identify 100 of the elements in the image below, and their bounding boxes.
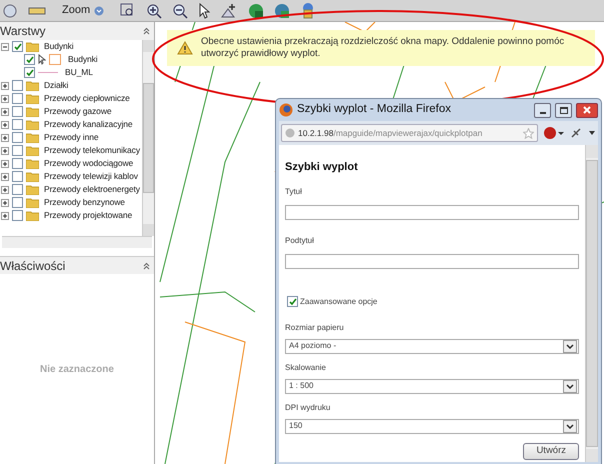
expand-toggle[interactable] bbox=[1, 94, 9, 102]
create-button[interactable]: Utwórz bbox=[523, 442, 579, 460]
text-field[interactable] bbox=[285, 204, 579, 220]
dropdown-button[interactable] bbox=[563, 420, 577, 432]
minimize-button[interactable] bbox=[534, 102, 551, 118]
plus-icon bbox=[2, 160, 8, 166]
text-field[interactable] bbox=[285, 254, 579, 268]
layer-label[interactable]: Przewody benzynowe bbox=[44, 196, 125, 209]
checkbox[interactable] bbox=[12, 41, 23, 52]
checkbox[interactable] bbox=[287, 296, 298, 307]
folder-icon bbox=[26, 210, 39, 220]
window-title: Szybki wyplot - Mozilla Firefox bbox=[297, 102, 452, 118]
form-heading: Szybki wyplot bbox=[285, 160, 359, 175]
expand-toggle[interactable] bbox=[1, 186, 9, 194]
field-label: Rozmiar papieru bbox=[285, 322, 345, 334]
close-button[interactable] bbox=[576, 102, 598, 118]
checkbox[interactable] bbox=[12, 119, 23, 130]
folder-icon bbox=[26, 198, 39, 208]
expand-toggle[interactable] bbox=[1, 172, 9, 180]
checkbox[interactable] bbox=[12, 80, 23, 91]
layer-label[interactable]: Budynki bbox=[68, 53, 98, 66]
select-value: A4 poziomo - bbox=[289, 340, 336, 352]
zoom-out-icon[interactable] bbox=[172, 2, 188, 18]
expand-toggle[interactable] bbox=[1, 82, 9, 90]
maximize-button[interactable] bbox=[555, 102, 572, 118]
layer-label[interactable]: Przewody elektroenergety bbox=[44, 183, 140, 196]
folder-icon bbox=[26, 94, 39, 104]
polygon-style-icon bbox=[49, 54, 61, 65]
plus-icon bbox=[2, 200, 8, 206]
chevron-down-icon bbox=[566, 344, 574, 348]
plus-icon bbox=[2, 134, 8, 140]
pointer-icon[interactable] bbox=[198, 2, 210, 18]
expand-toggle[interactable] bbox=[1, 120, 9, 128]
folder-icon bbox=[26, 172, 39, 182]
expand-toggle[interactable] bbox=[1, 198, 9, 206]
folder-icon bbox=[26, 158, 39, 168]
collapse-icon[interactable] bbox=[143, 262, 150, 270]
folder-icon bbox=[26, 120, 39, 130]
layer-label[interactable]: BU_ML bbox=[65, 66, 93, 79]
checkbox[interactable] bbox=[12, 171, 23, 182]
plus-icon bbox=[2, 82, 8, 88]
checkbox[interactable] bbox=[24, 67, 35, 78]
scrollbar[interactable] bbox=[2, 236, 152, 248]
scrollbar[interactable] bbox=[585, 145, 598, 462]
dropdown-button[interactable] bbox=[563, 340, 577, 352]
adblock-icon[interactable] bbox=[544, 127, 564, 139]
folder-icon bbox=[26, 106, 39, 116]
layer-label[interactable]: Przewody wodociągowe bbox=[44, 157, 134, 170]
folder-icon bbox=[26, 184, 39, 194]
collapse-toggle[interactable] bbox=[1, 42, 9, 50]
layer-label[interactable]: Przewody inne bbox=[44, 131, 98, 144]
checkbox-label[interactable]: Zaawansowane opcje bbox=[300, 296, 378, 308]
checkbox[interactable] bbox=[12, 132, 23, 143]
checkbox[interactable] bbox=[12, 197, 23, 208]
expand-toggle[interactable] bbox=[1, 160, 9, 168]
checkbox[interactable] bbox=[12, 184, 23, 195]
layer-label[interactable]: Przewody telekomunikacy bbox=[44, 144, 140, 157]
expand-toggle[interactable] bbox=[1, 212, 9, 220]
close-icon bbox=[583, 106, 591, 114]
chevron-down-icon[interactable] bbox=[588, 130, 596, 136]
star-icon[interactable] bbox=[523, 128, 534, 138]
layer-label[interactable]: Przewody projektowane bbox=[44, 209, 132, 222]
expand-toggle[interactable] bbox=[1, 134, 9, 142]
folder-icon bbox=[26, 146, 39, 156]
plus-icon bbox=[2, 108, 8, 114]
zoom-in-icon[interactable] bbox=[146, 2, 162, 18]
select-field[interactable]: 150 bbox=[285, 418, 579, 434]
layer-label[interactable]: Przewody kanalizacyjne bbox=[44, 118, 133, 131]
ruler-icon[interactable] bbox=[28, 4, 46, 16]
layer-label[interactable]: Przewody gazowe bbox=[44, 105, 112, 118]
panel-title: Warstwy bbox=[0, 23, 46, 40]
checkbox[interactable] bbox=[12, 106, 23, 117]
plus-icon bbox=[2, 174, 8, 180]
folder-icon bbox=[26, 80, 39, 90]
dropdown-button[interactable] bbox=[563, 380, 577, 392]
select-field[interactable]: 1 : 500 bbox=[285, 378, 579, 394]
select-value: 150 bbox=[289, 420, 302, 432]
layer-label[interactable]: Działki bbox=[44, 79, 68, 92]
scrollbar[interactable] bbox=[142, 40, 154, 236]
empty-text: Nie zaznaczone bbox=[40, 362, 114, 376]
folder-icon bbox=[26, 132, 39, 142]
warning-icon bbox=[177, 41, 193, 55]
expand-toggle[interactable] bbox=[1, 108, 9, 116]
checkbox[interactable] bbox=[24, 54, 35, 65]
checkbox[interactable] bbox=[12, 93, 23, 104]
layer-label[interactable]: Budynki bbox=[44, 40, 74, 53]
layer-label[interactable]: Przewody ciepłownicze bbox=[44, 92, 130, 105]
address-bar[interactable]: 10.2.1.98/mapguide/mapviewerajax/quickplotpan bbox=[281, 124, 538, 142]
field-label: DPI wydruku bbox=[285, 402, 332, 414]
expand-toggle[interactable] bbox=[1, 146, 9, 154]
checkbox[interactable] bbox=[12, 158, 23, 169]
chevron-down-icon bbox=[94, 6, 104, 16]
collapse-icon[interactable] bbox=[143, 27, 150, 35]
select-field[interactable]: A4 poziomo - bbox=[285, 338, 579, 354]
layer-label[interactable]: Przewody telewizji kablov bbox=[44, 170, 138, 183]
checkbox[interactable] bbox=[12, 210, 23, 221]
zoom-dropdown[interactable]: Zoom bbox=[56, 2, 110, 19]
plus-icon bbox=[2, 148, 8, 154]
checkbox[interactable] bbox=[12, 145, 23, 156]
notice-text: Obecne ustawienia przekraczają rozdzielczość okna mapy. Oddalenie powinno pomóc utworzyć prawidłowy wyplot. bbox=[201, 36, 566, 60]
